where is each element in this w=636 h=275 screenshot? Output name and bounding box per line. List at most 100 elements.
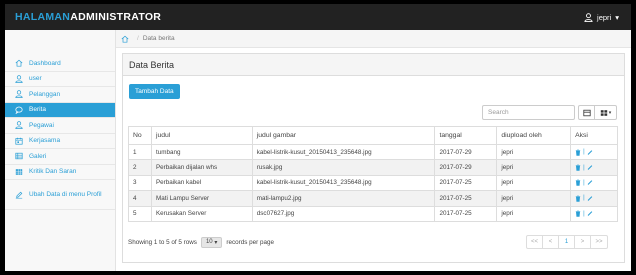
sidebar-item-user[interactable]: user xyxy=(5,72,115,87)
trash-icon[interactable] xyxy=(575,164,581,171)
cell-tanggal: 2017-07-25 xyxy=(434,205,498,222)
brand-part1: HALAMAN xyxy=(15,11,71,23)
cell-judul: Perbaikan kabel xyxy=(150,174,253,192)
breadcrumb-separator: / xyxy=(137,35,139,42)
user-icon xyxy=(584,12,593,22)
pencil-icon xyxy=(15,191,23,198)
page-prev-button[interactable]: < xyxy=(543,236,560,248)
cell-no: 2 xyxy=(128,159,152,176)
cell-aksi: | xyxy=(570,205,618,222)
sidebar-item-kerjasama[interactable]: Kerjasama xyxy=(5,134,115,149)
list-icon xyxy=(15,153,23,160)
sidebar-item-pegawai[interactable]: Pegawai xyxy=(5,118,115,134)
brand-part2: ADMINISTRATOR xyxy=(70,11,162,23)
action-separator: | xyxy=(583,179,585,186)
pencil-icon[interactable] xyxy=(587,149,593,156)
cell-aksi: | xyxy=(570,174,618,192)
cell-judul-gambar: kabel-listrik-kusut_20150413_235648.jpg xyxy=(251,174,436,192)
action-separator: | xyxy=(583,210,585,217)
chevron-down-icon: ▾ xyxy=(608,109,612,116)
table-row: 5 Kerusakan Server dsc07627.jpg 2017-07-… xyxy=(128,205,618,222)
user-name: jepri xyxy=(597,12,612,22)
panel-title: Data Berita xyxy=(123,54,624,76)
cell-judul: Mati Lampu Server xyxy=(150,190,253,207)
table-row: 2 Perbaikan dijalan whs rusak.jpg 2017-0… xyxy=(128,159,618,176)
pagination: << < 1 > >> xyxy=(526,235,609,249)
breadcrumb-current: Data berita xyxy=(142,35,175,42)
page-last-button[interactable]: >> xyxy=(591,236,607,248)
home-icon[interactable] xyxy=(121,35,129,43)
trash-icon[interactable] xyxy=(575,149,581,156)
col-header-judul[interactable]: judul xyxy=(150,126,253,145)
calendar-icon xyxy=(15,137,23,145)
trash-icon[interactable] xyxy=(575,179,581,187)
cell-judul-gambar: rusak.jpg xyxy=(251,159,436,176)
sidebar-item-label: Dashboard xyxy=(29,59,61,67)
col-header-tanggal[interactable]: tanggal xyxy=(434,126,498,145)
sidebar-item-dashboard[interactable]: Dashboard xyxy=(5,56,115,72)
cell-tanggal: 2017-07-29 xyxy=(434,143,498,161)
col-header-diupload-oleh[interactable]: diupload oleh xyxy=(496,126,572,145)
records-per-page-text: records per page xyxy=(226,238,274,246)
cell-no: 1 xyxy=(128,143,152,161)
sidebar-item-label: Pegawai xyxy=(29,121,54,129)
sidebar-item-galeri[interactable]: Galeri xyxy=(5,149,115,165)
cell-diupload-oleh: jepri xyxy=(496,190,572,207)
pencil-icon[interactable] xyxy=(587,164,593,171)
sidebar-item-kritik-dan-saran[interactable]: Kritik Dan Saran xyxy=(5,165,115,180)
sidebar-item-berita[interactable]: Berita xyxy=(5,102,115,118)
chevron-down-icon: ▾ xyxy=(214,239,218,246)
sidebar-item-label: user xyxy=(29,75,42,83)
toggle-view-button[interactable] xyxy=(578,105,595,120)
main-content: / Data berita Data Berita Tambah Data Se… xyxy=(116,30,631,271)
sidebar-item-label: Ubah Data di menu Profil xyxy=(29,191,102,198)
sidebar-item-label: Galeri xyxy=(29,152,47,160)
page-next-button[interactable]: > xyxy=(575,236,592,248)
pencil-icon[interactable] xyxy=(587,179,593,186)
showing-text: Showing 1 to 5 of 5 rows xyxy=(128,238,197,246)
col-header-judul-gambar[interactable]: judul gambar xyxy=(251,126,436,145)
sidebar: Dashboard user Pelanggan Berita Pegawai … xyxy=(5,30,116,271)
cell-aksi: | xyxy=(570,190,618,207)
sidebar-item-ubah-profil[interactable]: Ubah Data di menu Profil xyxy=(5,180,115,210)
sidebar-item-label: Pelanggan xyxy=(29,90,61,98)
list-icon xyxy=(582,109,591,116)
pencil-icon[interactable] xyxy=(587,195,593,202)
cell-diupload-oleh: jepri xyxy=(496,205,572,222)
top-navbar: HALAMANADMINISTRATOR jepri ▾ xyxy=(5,0,631,30)
table-header-row: No judul judul gambar tanggal diupload o… xyxy=(128,126,618,145)
chevron-down-icon: ▾ xyxy=(615,12,619,22)
rows-per-page-select[interactable]: 10 ▾ xyxy=(200,236,223,248)
cell-aksi: | xyxy=(570,159,618,176)
col-header-no[interactable]: No xyxy=(128,126,152,145)
page-number-button[interactable]: 1 xyxy=(559,236,576,248)
sidebar-item-label: Kerjasama xyxy=(29,137,61,145)
sidebar-item-label: Berita xyxy=(29,106,46,114)
cell-judul: Kerusakan Server xyxy=(150,205,253,222)
action-separator: | xyxy=(583,164,585,171)
home-icon xyxy=(15,59,23,67)
user-icon xyxy=(15,75,23,83)
page-first-button[interactable]: << xyxy=(527,236,544,248)
table-row: 1 tumbang kabel-listrik-kusut_20150413_2… xyxy=(128,143,618,161)
columns-menu-button[interactable]: ▾ xyxy=(594,105,617,120)
cell-tanggal: 2017-07-25 xyxy=(434,174,498,192)
trash-icon[interactable] xyxy=(575,210,581,218)
cell-no: 3 xyxy=(128,174,152,192)
cell-no: 4 xyxy=(128,190,152,207)
sidebar-item-pelanggan[interactable]: Pelanggan xyxy=(5,87,115,103)
trash-icon[interactable] xyxy=(575,195,581,202)
cell-aksi: | xyxy=(570,143,618,161)
cell-judul-gambar: mati-lampu2.jpg xyxy=(251,190,436,207)
pencil-icon[interactable] xyxy=(587,210,593,217)
add-data-button[interactable]: Tambah Data xyxy=(129,84,180,99)
table-row: 3 Perbaikan kabel kabel-listrik-kusut_20… xyxy=(128,174,618,192)
user-menu[interactable]: jepri ▾ xyxy=(584,13,619,22)
brand-title[interactable]: HALAMANADMINISTRATOR xyxy=(15,11,161,23)
grid-icon xyxy=(600,109,607,116)
user-icon xyxy=(15,90,23,99)
breadcrumb: / Data berita xyxy=(116,30,631,48)
cell-diupload-oleh: jepri xyxy=(496,159,572,176)
search-input[interactable]: Search xyxy=(482,105,575,120)
berita-table: No judul judul gambar tanggal diupload o… xyxy=(128,126,618,222)
